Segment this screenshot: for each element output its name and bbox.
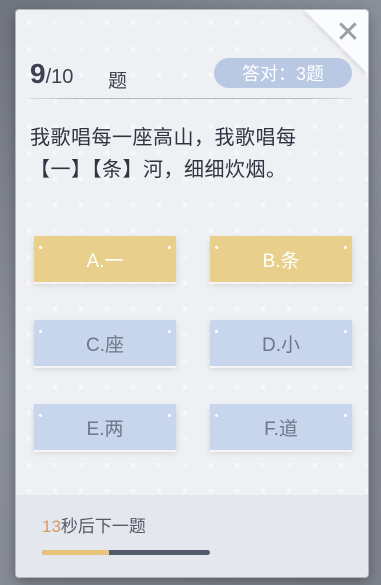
timer-progress-fill: [42, 550, 110, 555]
question-text: 我歌唱每一座高山，我歌唱每 【一】【条】河，细细炊烟。: [30, 122, 360, 186]
next-question-timer: 13秒后下一题: [42, 512, 146, 537]
question-label: 题: [108, 71, 128, 92]
correct-count-badge: 答对：3题: [214, 58, 352, 88]
timer-suffix: 秒后下一题: [60, 517, 146, 536]
option-f-label: F.道: [264, 418, 298, 440]
background-pattern: [16, 10, 368, 577]
option-d-label: D.小: [261, 334, 300, 356]
option-b-label: B.条: [262, 250, 300, 272]
total-questions: 10: [51, 66, 74, 88]
question-counter: 9/10: [30, 58, 73, 90]
option-b-button[interactable]: B.条: [210, 236, 352, 282]
option-c-label: C.座: [85, 334, 124, 356]
option-c-button[interactable]: C.座: [34, 320, 176, 366]
close-button[interactable]: ✕: [334, 18, 362, 48]
question-line-2: 【一】【条】河，细细炊烟。: [30, 159, 287, 181]
option-a-label: A.一: [86, 250, 124, 272]
quiz-dialog: ✕ 9/10 题 答对：3题 我歌唱每一座高山，我歌唱每 【一】【条】河，细细炊…: [16, 10, 368, 577]
current-question-number: 9: [30, 58, 46, 89]
header-divider: [28, 98, 352, 99]
timer-progress-bar: [42, 550, 210, 555]
option-d-button[interactable]: D.小: [210, 320, 352, 366]
close-icon: ✕: [335, 16, 361, 49]
question-line-1: 我歌唱每一座高山，我歌唱每: [30, 127, 297, 149]
option-f-button[interactable]: F.道: [210, 404, 352, 450]
option-e-button[interactable]: E.两: [34, 404, 176, 450]
timer-seconds: 13: [42, 517, 61, 536]
option-e-label: E.两: [86, 418, 124, 440]
option-a-button[interactable]: A.一: [34, 236, 176, 282]
